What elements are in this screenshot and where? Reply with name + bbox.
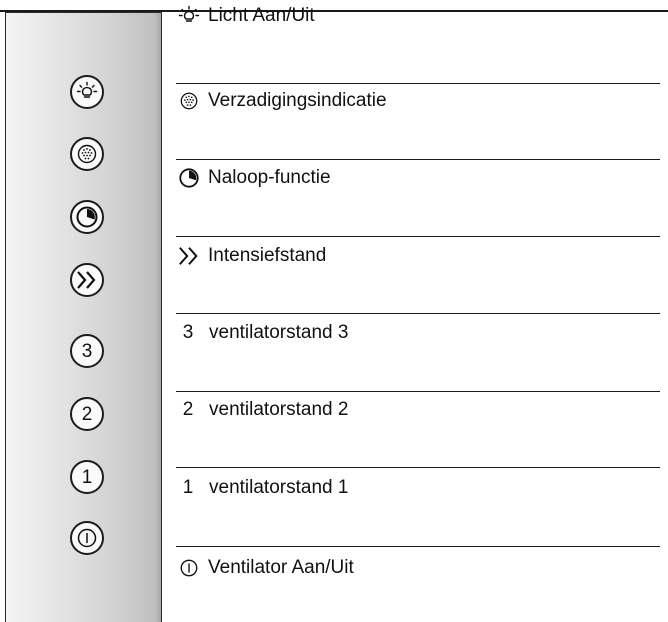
double-chevron-right-icon: [178, 245, 200, 267]
legend-item-saturation: Verzadigingsindicatie: [178, 87, 387, 115]
legend-item-light: Licht Aan/Uit: [178, 2, 315, 30]
fan-3-marker: 3: [182, 322, 194, 343]
divider: [176, 236, 660, 237]
timer-circle-icon: [76, 206, 98, 228]
legend-item-runon: Naloop-functie: [178, 164, 331, 192]
legend-item-fan-2: 2 ventilatorstand 2: [178, 396, 349, 424]
timer-circle-icon: [178, 167, 200, 189]
divider: [176, 467, 660, 468]
legend-label-power: Ventilator Aan/Uit: [208, 557, 354, 578]
saturation-button[interactable]: [70, 137, 104, 171]
control-panel: 3 2 1: [5, 12, 162, 622]
light-button[interactable]: [70, 75, 104, 109]
fan-2-marker: 2: [182, 399, 194, 420]
power-circle-icon: [77, 528, 97, 548]
legend-label-saturation: Verzadigingsindicatie: [208, 90, 387, 111]
fan-3-button[interactable]: 3: [70, 334, 104, 368]
power-button[interactable]: [70, 521, 104, 555]
legend-item-intensive: Intensiefstand: [178, 242, 326, 270]
legend-label-fan-2: ventilatorstand 2: [209, 399, 349, 420]
legend-item-fan-1: 1 ventilatorstand 1: [178, 474, 349, 502]
divider: [176, 546, 660, 547]
runon-button[interactable]: [70, 200, 104, 234]
divider: [176, 391, 660, 392]
fan-1-button-label: 1: [81, 466, 93, 488]
legend-label-fan-3: ventilatorstand 3: [209, 322, 349, 343]
dotted-circle-icon: [178, 90, 200, 112]
fan-2-button[interactable]: 2: [70, 397, 104, 431]
legend-item-fan-3: 3 ventilatorstand 3: [178, 319, 349, 347]
fan-1-button[interactable]: 1: [70, 460, 104, 494]
dotted-circle-icon: [77, 144, 97, 164]
legend-label-intensive: Intensiefstand: [208, 245, 327, 266]
legend-label-fan-1: ventilatorstand 1: [209, 477, 349, 498]
legend-label-light: Licht Aan/Uit: [208, 5, 315, 26]
power-circle-icon: [178, 557, 200, 579]
fan-2-button-label: 2: [81, 403, 93, 425]
light-bulb-icon: [178, 5, 200, 27]
light-bulb-icon: [76, 81, 98, 98]
fan-3-button-label: 3: [81, 340, 93, 362]
legend-label-runon: Naloop-functie: [208, 167, 331, 188]
divider: [176, 159, 660, 160]
intensive-button[interactable]: [70, 263, 104, 297]
legend-item-power: Ventilator Aan/Uit: [178, 554, 354, 582]
fan-1-marker: 1: [182, 477, 194, 498]
divider: [176, 313, 660, 314]
divider: [176, 83, 660, 84]
double-chevron-right-icon: [77, 271, 96, 289]
